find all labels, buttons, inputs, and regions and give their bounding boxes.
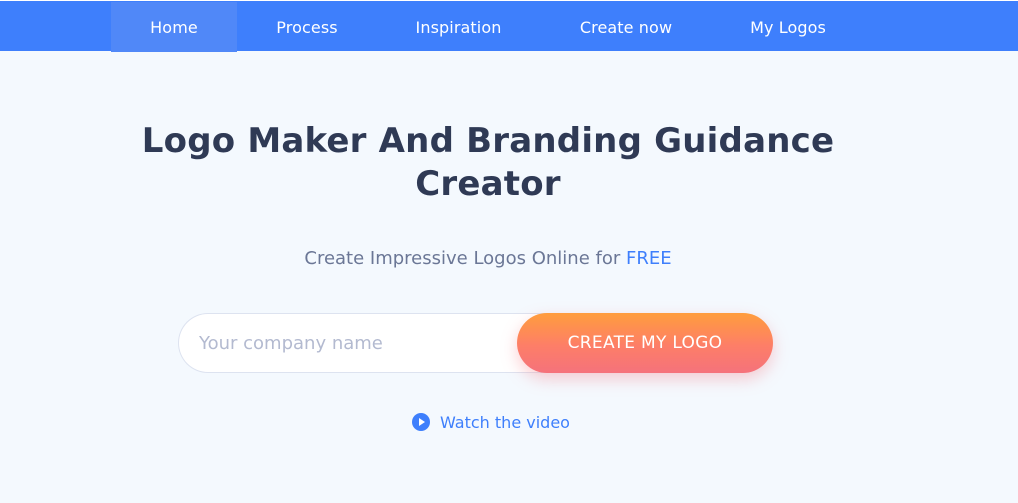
nav-item-home[interactable]: Home: [111, 2, 237, 52]
create-my-logo-button[interactable]: CREATE MY LOGO: [517, 313, 773, 373]
nav-item-inspiration[interactable]: Inspiration: [390, 2, 527, 52]
nav-item-label: Home: [150, 17, 198, 37]
nav-item-label: Create now: [579, 17, 673, 37]
hero-subtitle: Create Impressive Logos Online for FREE: [200, 248, 776, 269]
nav-item-create-now[interactable]: Create now: [560, 2, 692, 52]
subtitle-free-highlight: FREE: [626, 248, 672, 269]
nav-item-label: Process: [276, 17, 338, 37]
nav-item-my-logos[interactable]: My Logos: [728, 2, 848, 52]
logo-create-form: CREATE MY LOGO: [178, 313, 773, 373]
top-navbar: Home Process Inspiration Create now My L…: [0, 0, 1018, 52]
nav-item-process[interactable]: Process: [245, 2, 369, 52]
watch-video-link[interactable]: Watch the video: [412, 410, 570, 434]
page-title: Logo Maker And Branding Guidance Creator: [141, 121, 835, 204]
subtitle-text: Create Impressive Logos Online for: [304, 248, 621, 269]
nav-item-label: Inspiration: [415, 17, 502, 37]
nav-item-label: My Logos: [750, 17, 826, 37]
play-circle-icon: [412, 413, 430, 431]
watch-video-label: Watch the video: [440, 412, 570, 432]
